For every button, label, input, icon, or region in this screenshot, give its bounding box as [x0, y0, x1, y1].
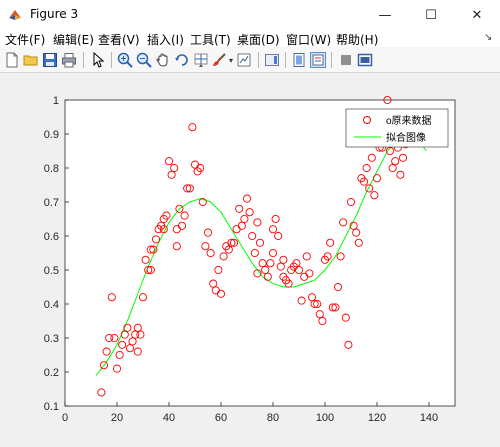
pan-icon[interactable] — [155, 52, 171, 68]
y-tick-label: 0.3 — [44, 333, 59, 345]
menu-view[interactable]: 查看(V) — [98, 31, 140, 48]
brush-dropdown-icon[interactable]: ▾ — [229, 56, 233, 65]
x-tick-label: 120 — [368, 412, 386, 424]
show-plot-tools-icon[interactable] — [338, 52, 354, 68]
legend-label-fit: 拟合图像 — [386, 131, 426, 144]
figure-toolbar: ▾ — [0, 47, 500, 73]
print-icon[interactable] — [61, 52, 77, 68]
menu-bar: 文件(F) 编辑(E) 查看(V) 插入(I) 工具(T) 桌面(D) 窗口(W… — [0, 30, 500, 47]
legend-label-data: o原来数据 — [386, 114, 432, 127]
rotate-3d-icon[interactable] — [174, 52, 190, 68]
data-cursor-icon[interactable] — [193, 52, 209, 68]
y-tick-label: 0.1 — [44, 401, 59, 413]
toolbar-separator — [331, 52, 332, 68]
toolbar-separator — [285, 52, 286, 68]
hide-plot-tools-icon[interactable] — [310, 52, 326, 68]
toolbar-separator — [111, 52, 112, 68]
toolbar-separator — [258, 52, 259, 68]
menu-file[interactable]: 文件(F) — [5, 31, 45, 48]
menu-window[interactable]: 窗口(W) — [286, 31, 331, 48]
figure-canvas: 0 20 40 60 80 100 120 140 0.1 0.2 0.3 0.4 0.5 0.6 0.7 0… — [0, 74, 500, 447]
y-tick-label: 1 — [53, 95, 59, 107]
dock-figure-icon[interactable] — [357, 52, 373, 68]
open-file-icon[interactable] — [23, 52, 39, 68]
legend[interactable]: o原来数据 拟合图像 — [345, 108, 449, 148]
maximize-button[interactable]: ☐ — [408, 0, 454, 30]
pointer-icon[interactable] — [90, 52, 106, 68]
menu-edit[interactable]: 编辑(E) — [53, 31, 94, 48]
x-tick-label: 80 — [267, 412, 279, 424]
y-tick-label: 0.6 — [44, 231, 59, 243]
menu-help[interactable]: 帮助(H) — [336, 31, 378, 48]
menu-insert[interactable]: 插入(I) — [147, 31, 184, 48]
y-tick-label: 0.4 — [44, 299, 59, 311]
insert-colorbar-icon[interactable] — [264, 52, 280, 68]
plot-svg[interactable]: 0 20 40 60 80 100 120 140 0.1 0.2 0.3 0.4 0.5 0.6 0.7 0… — [0, 74, 500, 447]
y-tick-label: 0.9 — [44, 129, 59, 141]
x-tick-label: 20 — [111, 412, 123, 424]
y-tick-label: 0.5 — [44, 265, 59, 277]
window-title: Figure 3 — [30, 7, 79, 21]
y-tick-label: 0.2 — [44, 367, 59, 379]
close-button[interactable]: ✕ — [454, 0, 500, 30]
save-icon[interactable] — [42, 52, 58, 68]
x-tick-label: 60 — [215, 412, 227, 424]
brush-icon[interactable] — [211, 52, 227, 68]
toolbar-separator — [83, 52, 84, 68]
x-tick-label: 140 — [420, 412, 438, 424]
menu-tools[interactable]: 工具(T) — [190, 31, 231, 48]
menu-overflow-icon[interactable]: ↘ — [484, 32, 492, 43]
y-tick-label: 0.8 — [44, 163, 59, 175]
zoom-in-icon[interactable] — [117, 52, 133, 68]
new-figure-icon[interactable] — [4, 52, 20, 68]
x-tick-label: 100 — [316, 412, 334, 424]
insert-legend-icon[interactable] — [291, 52, 307, 68]
y-tick-label: 0.7 — [44, 197, 59, 209]
x-tick-label: 40 — [163, 412, 175, 424]
x-tick-label: 0 — [62, 412, 68, 424]
menu-desktop[interactable]: 桌面(D) — [237, 31, 280, 48]
link-plot-icon[interactable] — [236, 52, 252, 68]
matlab-logo-icon — [9, 10, 21, 20]
window-titlebar: Figure 3 — ☐ ✕ — [0, 0, 500, 30]
minimize-button[interactable]: — — [362, 0, 408, 30]
zoom-out-icon[interactable] — [136, 52, 152, 68]
